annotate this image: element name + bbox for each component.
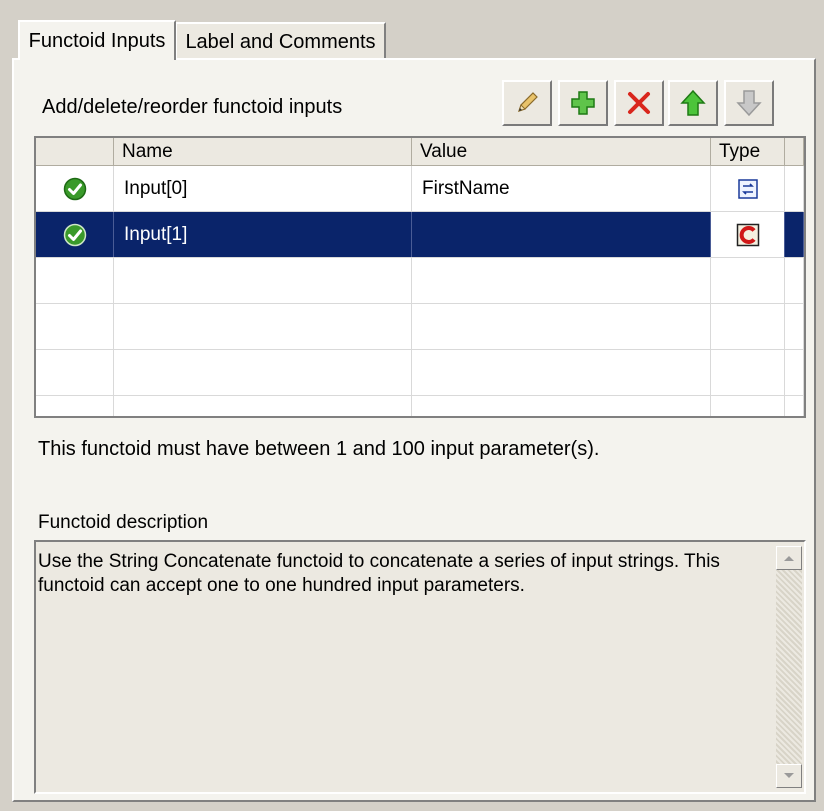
description-text: Use the String Concatenate functoid to c…	[38, 551, 720, 596]
scroll-down-button[interactable]	[776, 764, 802, 788]
value-cell[interactable]: FirstName	[412, 166, 711, 211]
value-cell[interactable]	[412, 212, 711, 257]
scroll-up-button[interactable]	[776, 546, 802, 570]
status-cell	[36, 166, 114, 211]
scroll-up-icon	[784, 556, 794, 561]
description-label: Functoid description	[38, 512, 209, 533]
spacer-column-header	[785, 138, 804, 166]
spacer-cell	[785, 166, 804, 211]
table-row[interactable]: Input[0] FirstName	[36, 166, 804, 212]
name-cell[interactable]: Input[0]	[114, 166, 412, 211]
link-type-icon	[737, 178, 758, 199]
name-cell[interactable]: Input[1]	[114, 212, 412, 257]
add-icon	[571, 91, 595, 115]
table-row-empty	[36, 350, 804, 396]
description-scrollbar[interactable]	[776, 546, 802, 788]
add-button[interactable]	[558, 80, 608, 126]
type-cell[interactable]	[711, 166, 785, 211]
table-row-empty	[36, 258, 804, 304]
status-cell	[36, 212, 114, 257]
inputs-grid: Name Value Type Input[0] FirstName Input…	[34, 136, 806, 418]
input-count-note: This functoid must have between 1 and 10…	[38, 438, 600, 460]
status-column-header	[36, 138, 114, 166]
tab-label: Label and Comments	[185, 30, 376, 53]
name-column-header[interactable]: Name	[114, 138, 412, 166]
table-row-empty	[36, 304, 804, 350]
table-row-empty	[36, 396, 804, 416]
table-row[interactable]: Input[1]	[36, 212, 804, 258]
type-column-header[interactable]: Type	[711, 138, 785, 166]
type-cell[interactable]	[711, 212, 785, 257]
toolbar-caption: Add/delete/reorder functoid inputs	[42, 96, 343, 118]
constant-type-icon	[736, 223, 759, 246]
move-down-icon	[736, 90, 762, 117]
move-up-icon	[680, 89, 706, 116]
tab-label-and-comments[interactable]: Label and Comments	[176, 22, 386, 60]
tab-functoid-inputs[interactable]: Functoid Inputs	[18, 20, 176, 60]
scroll-down-icon	[784, 773, 794, 778]
tab-label: Functoid Inputs	[28, 29, 166, 52]
value-column-header[interactable]: Value	[412, 138, 711, 166]
check-icon	[63, 223, 86, 246]
edit-icon	[518, 92, 538, 112]
description-textbox[interactable]: Use the String Concatenate functoid to c…	[34, 540, 806, 794]
move-down-button[interactable]	[724, 80, 774, 126]
edit-button[interactable]	[502, 80, 552, 126]
spacer-cell	[785, 212, 804, 257]
delete-icon	[628, 92, 650, 114]
check-icon	[63, 177, 86, 200]
move-up-button[interactable]	[668, 80, 718, 126]
delete-button[interactable]	[614, 80, 664, 126]
